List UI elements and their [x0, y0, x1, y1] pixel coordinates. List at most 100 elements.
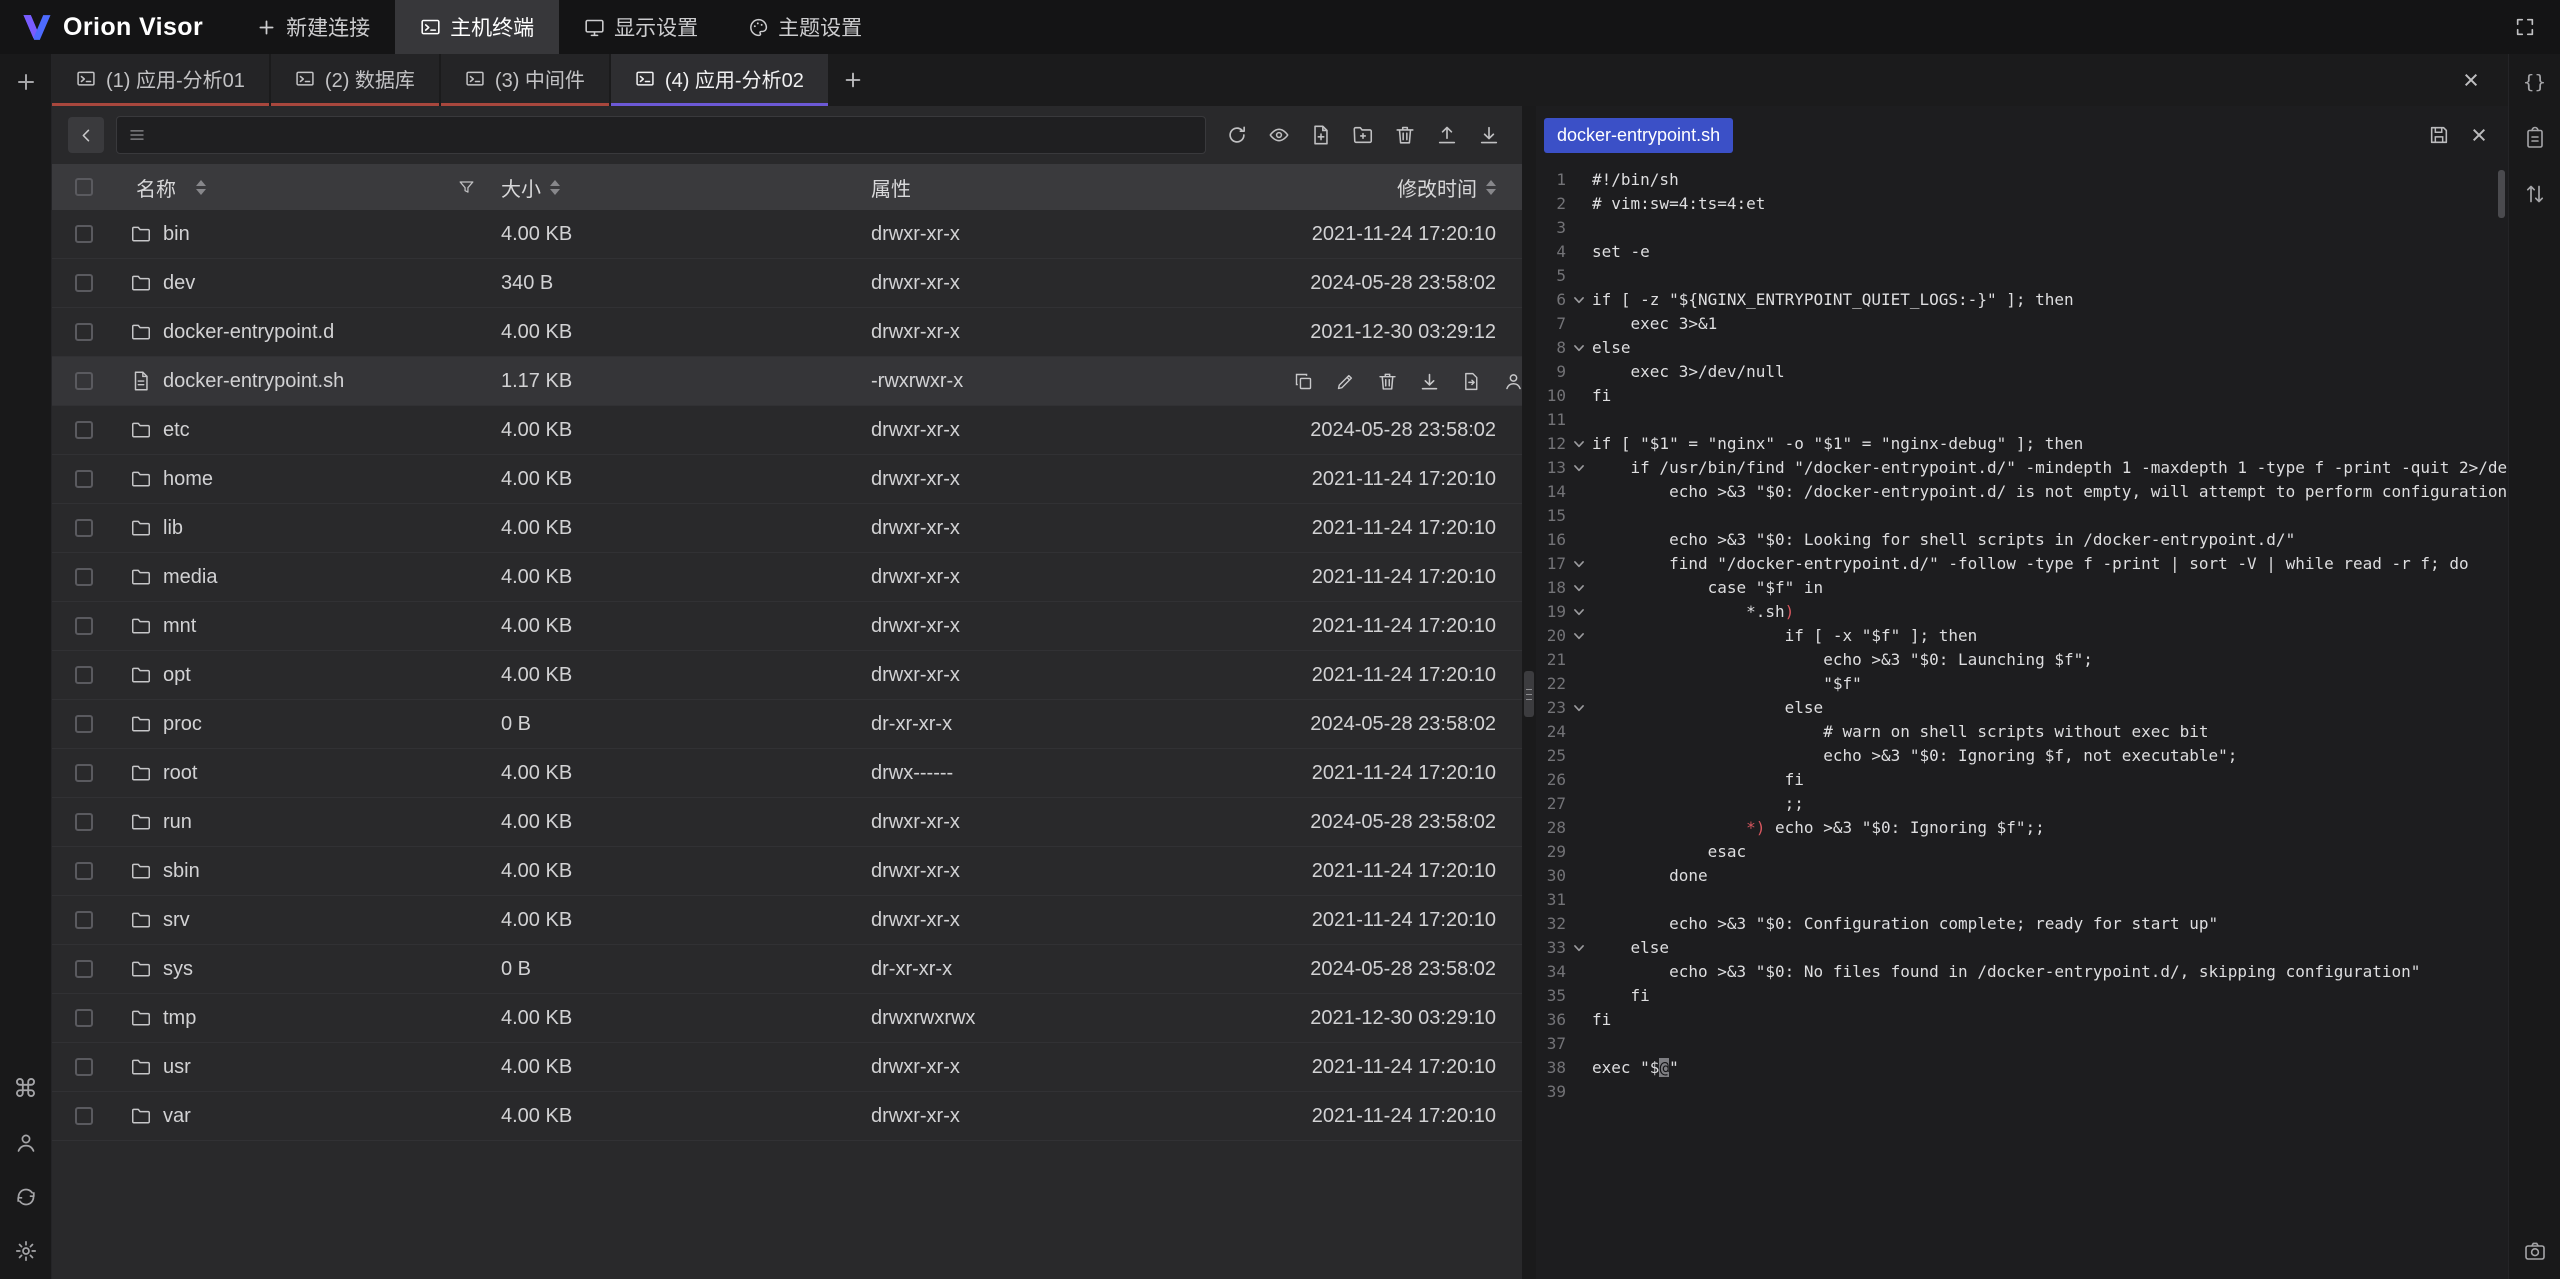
row-checkbox[interactable]	[75, 421, 93, 439]
menu-item[interactable]: 新建连接	[231, 0, 395, 54]
splitter-grip[interactable]	[1524, 671, 1534, 717]
table-row[interactable]: home4.00 KBdrwxr-xr-x2021-11-24 17:20:10	[52, 455, 1522, 504]
file-name[interactable]: home	[163, 468, 213, 491]
fold-icon[interactable]	[1566, 288, 1592, 312]
fold-icon[interactable]	[1566, 456, 1592, 480]
move-icon[interactable]	[1459, 369, 1483, 393]
panel-splitter[interactable]	[1522, 106, 1536, 1279]
table-row[interactable]: docker-entrypoint.d4.00 KBdrwxr-xr-x2021…	[52, 308, 1522, 357]
column-mtime[interactable]: 修改时间	[1397, 173, 1477, 202]
row-checkbox[interactable]	[75, 1009, 93, 1027]
table-row[interactable]: docker-entrypoint.sh1.17 KB-rwxrwxr-x	[52, 357, 1522, 406]
table-row[interactable]: bin4.00 KBdrwxr-xr-x2021-11-24 17:20:10	[52, 210, 1522, 259]
file-name[interactable]: sys	[163, 958, 193, 981]
chmod-icon[interactable]	[1501, 369, 1522, 393]
editor-file-tab[interactable]: docker-entrypoint.sh	[1544, 118, 1733, 153]
file-name[interactable]: sbin	[163, 860, 200, 883]
file-name[interactable]: docker-entrypoint.d	[163, 321, 334, 344]
fold-icon[interactable]	[1566, 600, 1592, 624]
table-row[interactable]: dev340 Bdrwxr-xr-x2024-05-28 23:58:02	[52, 259, 1522, 308]
column-name[interactable]: 名称	[136, 173, 176, 202]
fold-icon[interactable]	[1566, 624, 1592, 648]
file-name[interactable]: root	[163, 762, 197, 785]
row-checkbox[interactable]	[75, 666, 93, 684]
row-checkbox[interactable]	[75, 617, 93, 635]
path-input[interactable]	[155, 124, 1194, 146]
file-name[interactable]: run	[163, 811, 192, 834]
copy-icon[interactable]	[1291, 369, 1315, 393]
table-row[interactable]: var4.00 KBdrwxr-xr-x2021-11-24 17:20:10	[52, 1092, 1522, 1141]
camera-icon[interactable]	[2518, 1235, 2552, 1267]
fold-icon[interactable]	[1566, 936, 1592, 960]
row-checkbox[interactable]	[75, 470, 93, 488]
fold-icon[interactable]	[1566, 336, 1592, 360]
terminal-tab[interactable]: (1) 应用-分析01	[52, 54, 269, 106]
table-row[interactable]: root4.00 KBdrwx------2021-11-24 17:20:10	[52, 749, 1522, 798]
table-row[interactable]: etc4.00 KBdrwxr-xr-x2024-05-28 23:58:02	[52, 406, 1522, 455]
file-name[interactable]: var	[163, 1105, 191, 1128]
row-checkbox[interactable]	[75, 372, 93, 390]
column-size[interactable]: 大小	[501, 173, 541, 202]
menu-item[interactable]: 显示设置	[559, 0, 723, 54]
table-row[interactable]: usr4.00 KBdrwxr-xr-x2021-11-24 17:20:10	[52, 1043, 1522, 1092]
table-row[interactable]: tmp4.00 KBdrwxrwxrwx2021-12-30 03:29:10	[52, 994, 1522, 1043]
table-row[interactable]: run4.00 KBdrwxr-xr-x2024-05-28 23:58:02	[52, 798, 1522, 847]
eye-icon[interactable]	[1260, 117, 1298, 153]
file-name[interactable]: mnt	[163, 615, 196, 638]
row-checkbox[interactable]	[75, 568, 93, 586]
file-name[interactable]: media	[163, 566, 217, 589]
fullscreen-icon[interactable]	[2506, 9, 2544, 45]
sync-icon[interactable]	[9, 1181, 43, 1213]
file-name[interactable]: docker-entrypoint.sh	[163, 370, 344, 393]
row-checkbox[interactable]	[75, 323, 93, 341]
fold-icon[interactable]	[1566, 576, 1592, 600]
table-row[interactable]: media4.00 KBdrwxr-xr-x2021-11-24 17:20:1…	[52, 553, 1522, 602]
sort-name-icon[interactable]	[196, 180, 206, 195]
row-checkbox[interactable]	[75, 519, 93, 537]
menu-item[interactable]: 主题设置	[723, 0, 887, 54]
file-name[interactable]: lib	[163, 517, 183, 540]
fold-icon[interactable]	[1566, 432, 1592, 456]
table-row[interactable]: proc0 Bdr-xr-xr-x2024-05-28 23:58:02	[52, 700, 1522, 749]
command-icon[interactable]: ⌘	[9, 1073, 43, 1105]
select-all-checkbox[interactable]	[75, 178, 93, 196]
terminal-tab[interactable]: (2) 数据库	[271, 54, 439, 106]
table-row[interactable]: sbin4.00 KBdrwxr-xr-x2021-11-24 17:20:10	[52, 847, 1522, 896]
row-checkbox[interactable]	[75, 225, 93, 243]
plus-icon[interactable]	[9, 66, 43, 98]
file-name[interactable]: usr	[163, 1056, 191, 1079]
swap-icon[interactable]	[2518, 178, 2552, 210]
table-row[interactable]: sys0 Bdr-xr-xr-x2024-05-28 23:58:02	[52, 945, 1522, 994]
download-icon[interactable]	[1417, 369, 1441, 393]
sort-mtime-icon[interactable]	[1486, 180, 1496, 195]
row-checkbox[interactable]	[75, 1058, 93, 1076]
close-icon[interactable]: ×	[2462, 118, 2496, 152]
gear-icon[interactable]	[9, 1235, 43, 1267]
path-list-icon[interactable]	[128, 126, 146, 144]
user-icon[interactable]	[9, 1127, 43, 1159]
file-name[interactable]: dev	[163, 272, 195, 295]
path-input-box[interactable]	[116, 116, 1206, 154]
back-button[interactable]	[68, 117, 104, 153]
folder-plus-icon[interactable]	[1344, 117, 1382, 153]
fold-icon[interactable]	[1566, 552, 1592, 576]
refresh-icon[interactable]	[1218, 117, 1256, 153]
trash-icon[interactable]	[1386, 117, 1424, 153]
table-row[interactable]: opt4.00 KBdrwxr-xr-x2021-11-24 17:20:10	[52, 651, 1522, 700]
row-checkbox[interactable]	[75, 813, 93, 831]
menu-item[interactable]: 主机终端	[395, 0, 559, 54]
table-row[interactable]: mnt4.00 KBdrwxr-xr-x2021-11-24 17:20:10	[52, 602, 1522, 651]
save-icon[interactable]	[2422, 118, 2456, 152]
file-name[interactable]: proc	[163, 713, 202, 736]
app-logo[interactable]: Orion Visor	[0, 13, 231, 42]
fold-icon[interactable]	[1566, 696, 1592, 720]
row-checkbox[interactable]	[75, 274, 93, 292]
file-name[interactable]: opt	[163, 664, 191, 687]
row-checkbox[interactable]	[75, 911, 93, 929]
row-checkbox[interactable]	[75, 715, 93, 733]
add-tab-button[interactable]	[834, 62, 872, 98]
table-row[interactable]: lib4.00 KBdrwxr-xr-x2021-11-24 17:20:10	[52, 504, 1522, 553]
sort-size-icon[interactable]	[550, 180, 560, 195]
download-icon[interactable]	[1470, 117, 1508, 153]
braces-icon[interactable]: {}	[2518, 66, 2552, 98]
